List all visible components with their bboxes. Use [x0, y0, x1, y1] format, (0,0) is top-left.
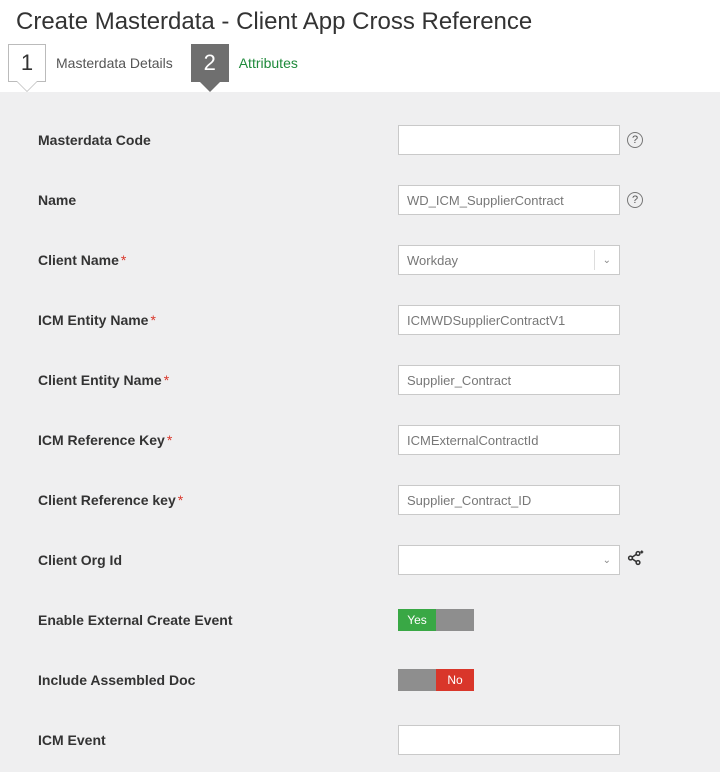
label-text: Client Entity Name: [38, 372, 162, 388]
toggle-no: No: [436, 669, 474, 691]
label-icm-entity-name: ICM Entity Name*: [38, 312, 398, 328]
label-enable-external-create-event: Enable External Create Event: [38, 612, 398, 628]
form-panel: Masterdata Code ? Name ? Client Name* Wo…: [0, 92, 720, 772]
label-include-assembled-doc: Include Assembled Doc: [38, 672, 398, 688]
label-icm-reference-key: ICM Reference Key*: [38, 432, 398, 448]
required-asterisk: *: [164, 372, 169, 388]
input-name[interactable]: [398, 185, 620, 215]
label-masterdata-code: Masterdata Code: [38, 132, 398, 148]
label-client-reference-key: Client Reference key*: [38, 492, 398, 508]
toggle-enable-external-create-event[interactable]: Yes: [398, 609, 474, 631]
row-client-name: Client Name* Workday ⌄: [38, 244, 692, 276]
row-client-entity-name: Client Entity Name*: [38, 364, 692, 396]
help-icon[interactable]: ?: [627, 192, 643, 208]
required-asterisk: *: [178, 492, 183, 508]
share-plus-icon[interactable]: [626, 549, 644, 572]
row-masterdata-code: Masterdata Code ?: [38, 124, 692, 156]
label-client-name: Client Name*: [38, 252, 398, 268]
chevron-down-icon: ⌄: [595, 550, 611, 570]
step-number: 2: [191, 44, 229, 82]
label-client-entity-name: Client Entity Name*: [38, 372, 398, 388]
label-text: ICM Reference Key: [38, 432, 165, 448]
row-icm-entity-name: ICM Entity Name*: [38, 304, 692, 336]
wizard-steps: 1 Masterdata Details 2 Attributes: [0, 42, 720, 92]
label-name: Name: [38, 192, 398, 208]
input-masterdata-code[interactable]: [398, 125, 620, 155]
wizard-step-1[interactable]: 1 Masterdata Details: [8, 42, 191, 84]
label-client-org-id: Client Org Id: [38, 552, 398, 568]
step-label: Masterdata Details: [46, 55, 191, 71]
select-value: Workday: [407, 253, 458, 268]
select-client-org-id[interactable]: ⌄: [398, 545, 620, 575]
input-client-entity-name[interactable]: [398, 365, 620, 395]
required-asterisk: *: [121, 252, 126, 268]
step-label: Attributes: [229, 55, 316, 71]
row-icm-reference-key: ICM Reference Key*: [38, 424, 692, 456]
help-icon[interactable]: ?: [627, 132, 643, 148]
select-client-name[interactable]: Workday ⌄: [398, 245, 620, 275]
row-name: Name ?: [38, 184, 692, 216]
toggle-include-assembled-doc[interactable]: No: [398, 669, 474, 691]
row-include-assembled-doc: Include Assembled Doc No: [38, 664, 692, 696]
row-client-reference-key: Client Reference key*: [38, 484, 692, 516]
input-client-reference-key[interactable]: [398, 485, 620, 515]
label-icm-event: ICM Event: [38, 732, 398, 748]
row-enable-external-create-event: Enable External Create Event Yes: [38, 604, 692, 636]
row-client-org-id: Client Org Id ⌄: [38, 544, 692, 576]
label-text: Client Name: [38, 252, 119, 268]
page-title: Create Masterdata - Client App Cross Ref…: [0, 0, 720, 42]
required-asterisk: *: [150, 312, 155, 328]
label-text: Client Reference key: [38, 492, 176, 508]
input-icm-reference-key[interactable]: [398, 425, 620, 455]
label-text: ICM Entity Name: [38, 312, 148, 328]
toggle-yes: Yes: [398, 609, 436, 631]
input-icm-entity-name[interactable]: [398, 305, 620, 335]
toggle-slot: [398, 669, 436, 691]
wizard-step-2[interactable]: 2 Attributes: [191, 42, 316, 84]
input-icm-event[interactable]: [398, 725, 620, 755]
chevron-down-icon: ⌄: [594, 250, 611, 270]
toggle-slot: [436, 609, 474, 631]
step-number: 1: [8, 44, 46, 82]
required-asterisk: *: [167, 432, 172, 448]
row-icm-event: ICM Event: [38, 724, 692, 756]
